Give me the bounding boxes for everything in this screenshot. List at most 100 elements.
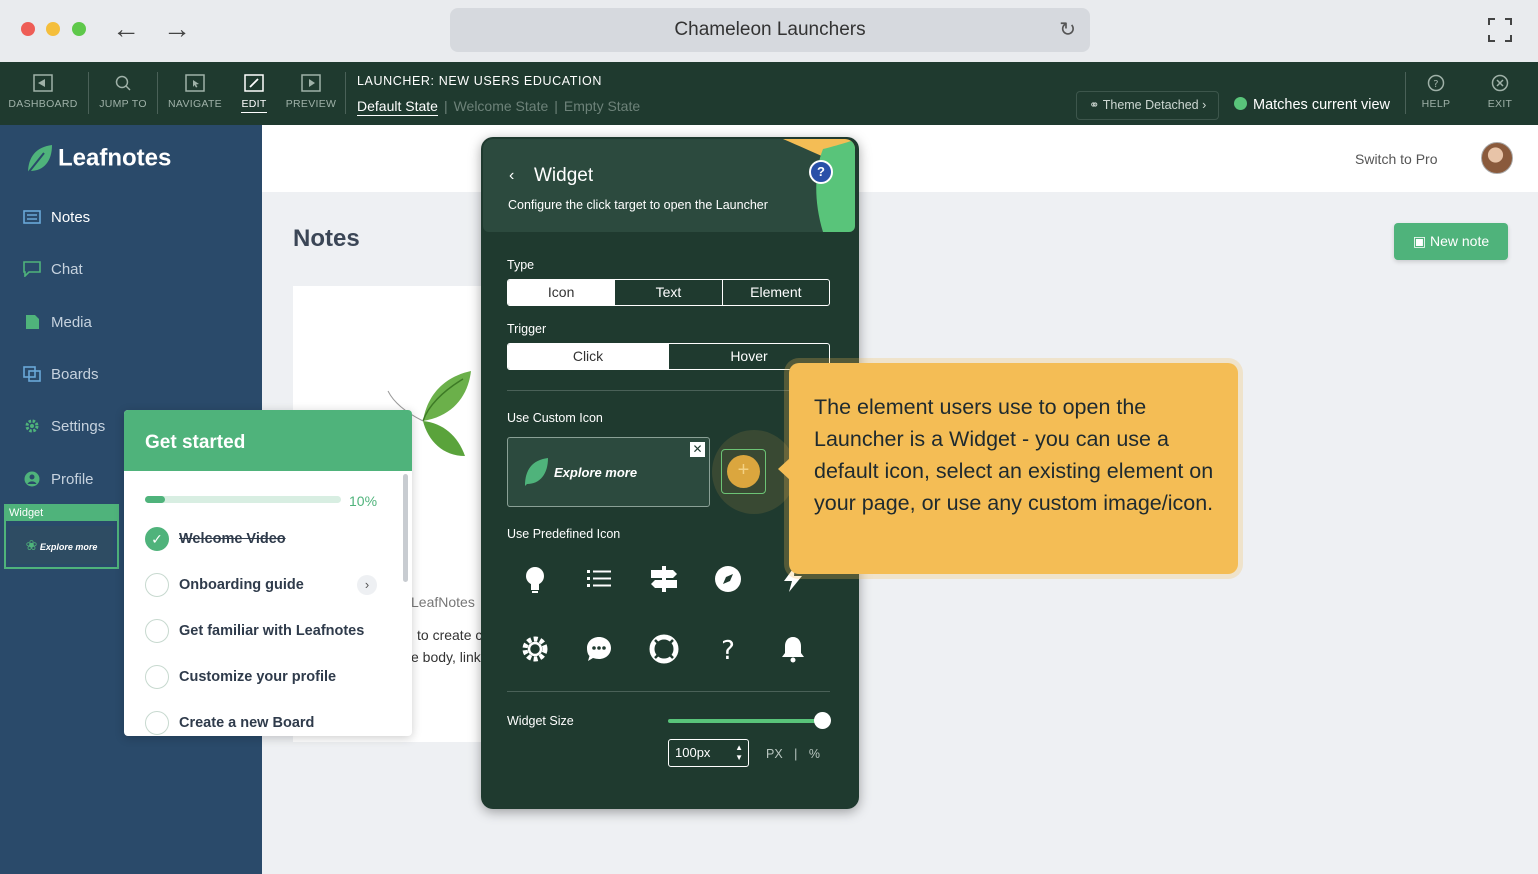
play-icon bbox=[301, 74, 321, 92]
close-window-button[interactable] bbox=[21, 22, 35, 36]
checklist-scrollbar[interactable] bbox=[403, 474, 408, 582]
sidebar-item-media[interactable]: Media bbox=[23, 314, 92, 331]
custom-icon-preview[interactable]: Explore more ✕ bbox=[507, 437, 710, 507]
sidebar-item-boards[interactable]: Boards bbox=[23, 366, 99, 383]
reload-icon[interactable]: ↻ bbox=[1059, 8, 1076, 52]
avatar[interactable] bbox=[1481, 142, 1513, 174]
app-logo[interactable]: Leafnotes bbox=[24, 143, 171, 175]
widget-size-slider[interactable] bbox=[668, 719, 822, 723]
signpost-icon[interactable] bbox=[649, 564, 679, 594]
checklist-item[interactable]: Onboarding guide bbox=[145, 573, 304, 597]
edit-icon bbox=[244, 74, 264, 92]
type-option-icon[interactable]: Icon bbox=[508, 280, 615, 305]
slider-handle[interactable] bbox=[814, 712, 831, 729]
unit-percent[interactable]: % bbox=[809, 747, 820, 761]
tool-dashboard[interactable]: DASHBOARD bbox=[8, 62, 78, 125]
media-icon bbox=[26, 315, 39, 329]
trigger-label: Trigger bbox=[507, 322, 547, 336]
checklist-item[interactable]: ✓ Welcome Video bbox=[145, 527, 286, 551]
checklist-item[interactable]: Create a new Board bbox=[145, 711, 314, 735]
widget-explore-more[interactable]: ❀ Explore more bbox=[10, 526, 113, 564]
predefined-icon-label: Use Predefined Icon bbox=[507, 527, 621, 541]
tab-welcome-state[interactable]: Welcome State bbox=[454, 98, 549, 114]
progress-percent: 10% bbox=[349, 493, 378, 509]
sidebar-item-notes[interactable]: Notes bbox=[23, 209, 90, 226]
sidebar-item-chat[interactable]: Chat bbox=[23, 261, 83, 278]
empty-circle-icon bbox=[145, 711, 169, 735]
fullscreen-icon[interactable] bbox=[1488, 18, 1512, 42]
trigger-option-click[interactable]: Click bbox=[508, 344, 668, 369]
list-icon[interactable] bbox=[584, 564, 614, 594]
leaf-icon bbox=[525, 458, 548, 486]
maximize-window-button[interactable] bbox=[72, 22, 86, 36]
empty-circle-icon bbox=[145, 619, 169, 643]
remove-icon-button[interactable]: ✕ bbox=[690, 442, 705, 457]
chameleon-toolbar: DASHBOARD JUMP TO NAVIGATE EDIT PREVIEW … bbox=[0, 62, 1538, 125]
help-circle-icon: ? bbox=[1427, 74, 1445, 92]
browser-bar: ← → Chameleon Launchers ↻ bbox=[0, 0, 1538, 62]
svg-text:?: ? bbox=[1433, 79, 1439, 90]
profile-icon bbox=[24, 471, 40, 487]
type-label: Type bbox=[507, 258, 535, 272]
help-badge-icon[interactable]: ? bbox=[809, 160, 833, 184]
launcher-title: LAUNCHER: NEW USERS EDUCATION bbox=[357, 74, 602, 88]
compass-icon[interactable] bbox=[713, 564, 743, 594]
switch-to-pro-link[interactable]: Switch to Pro bbox=[1355, 151, 1437, 167]
widget-size-input[interactable]: 100px ▲ ▼ bbox=[668, 739, 749, 767]
leaf-icon: ❀ bbox=[25, 537, 38, 553]
notes-icon bbox=[23, 210, 41, 224]
type-option-element[interactable]: Element bbox=[721, 280, 829, 305]
unit-px[interactable]: PX bbox=[766, 747, 783, 761]
question-icon[interactable]: ? bbox=[713, 634, 743, 664]
status-dot-icon bbox=[1234, 97, 1247, 110]
tab-empty-state[interactable]: Empty State bbox=[564, 98, 640, 114]
sidebar-item-settings[interactable]: Settings bbox=[23, 418, 105, 435]
tool-jump-to[interactable]: JUMP TO bbox=[96, 62, 150, 125]
tool-edit[interactable]: EDIT bbox=[236, 62, 272, 125]
empty-circle-icon bbox=[145, 573, 169, 597]
panel-title: Widget bbox=[534, 165, 594, 186]
search-icon bbox=[115, 75, 131, 91]
gear-icon[interactable] bbox=[520, 634, 550, 664]
tool-preview[interactable]: PREVIEW bbox=[283, 62, 339, 125]
card-line: e body, link bbox=[411, 649, 481, 665]
minimize-window-button[interactable] bbox=[46, 22, 60, 36]
widget-preview[interactable]: Widget ❀ Explore more bbox=[4, 504, 119, 569]
panel-header: ‹ Widget Configure the click target to o… bbox=[483, 139, 855, 232]
tool-exit[interactable]: EXIT bbox=[1480, 62, 1520, 125]
widget-tag: Widget bbox=[6, 506, 117, 521]
forward-arrow-icon[interactable]: → bbox=[163, 14, 191, 44]
panel-subtitle: Configure the click target to open the L… bbox=[508, 198, 768, 212]
sidebar-item-profile[interactable]: Profile bbox=[23, 471, 94, 488]
lightbulb-icon[interactable] bbox=[520, 564, 550, 594]
check-icon: ✓ bbox=[145, 527, 169, 551]
chevron-right-icon[interactable]: › bbox=[357, 575, 377, 595]
tab-default-state[interactable]: Default State bbox=[357, 98, 438, 116]
stepper-arrows-icon[interactable]: ▲ ▼ bbox=[735, 743, 743, 763]
dashboard-icon bbox=[33, 74, 53, 92]
chevron-right-icon: › bbox=[1202, 98, 1207, 112]
divider bbox=[507, 691, 830, 692]
get-started-checklist: Get started 10% ✓ Welcome Video Onboardin… bbox=[124, 410, 412, 736]
type-selector: Icon Text Element bbox=[507, 279, 830, 306]
back-arrow-icon[interactable]: ← bbox=[112, 14, 140, 44]
bell-icon[interactable] bbox=[778, 634, 808, 664]
tool-navigate[interactable]: NAVIGATE bbox=[166, 62, 224, 125]
chat-bubble-icon[interactable] bbox=[584, 634, 614, 664]
lifebuoy-icon[interactable] bbox=[649, 634, 679, 664]
new-note-button[interactable]: ▣ New note bbox=[1394, 223, 1508, 260]
settings-gear-icon bbox=[25, 419, 39, 433]
back-chevron-icon[interactable]: ‹ bbox=[509, 167, 514, 185]
tour-tooltip: The element users use to open the Launch… bbox=[789, 363, 1238, 574]
address-bar[interactable]: Chameleon Launchers ↻ bbox=[450, 8, 1090, 52]
navigate-icon bbox=[185, 74, 205, 92]
checklist-item[interactable]: Get familiar with Leafnotes bbox=[145, 619, 364, 643]
page-title: Notes bbox=[293, 225, 360, 252]
divider bbox=[507, 390, 830, 391]
checklist-item[interactable]: Customize your profile bbox=[145, 665, 336, 689]
theme-detached-button[interactable]: ⚭ Theme Detached › bbox=[1076, 91, 1220, 120]
link-icon: ⚭ bbox=[1089, 98, 1100, 112]
chat-icon bbox=[23, 261, 41, 277]
tool-help[interactable]: ? HELP bbox=[1414, 62, 1458, 125]
type-option-text[interactable]: Text bbox=[614, 280, 721, 305]
